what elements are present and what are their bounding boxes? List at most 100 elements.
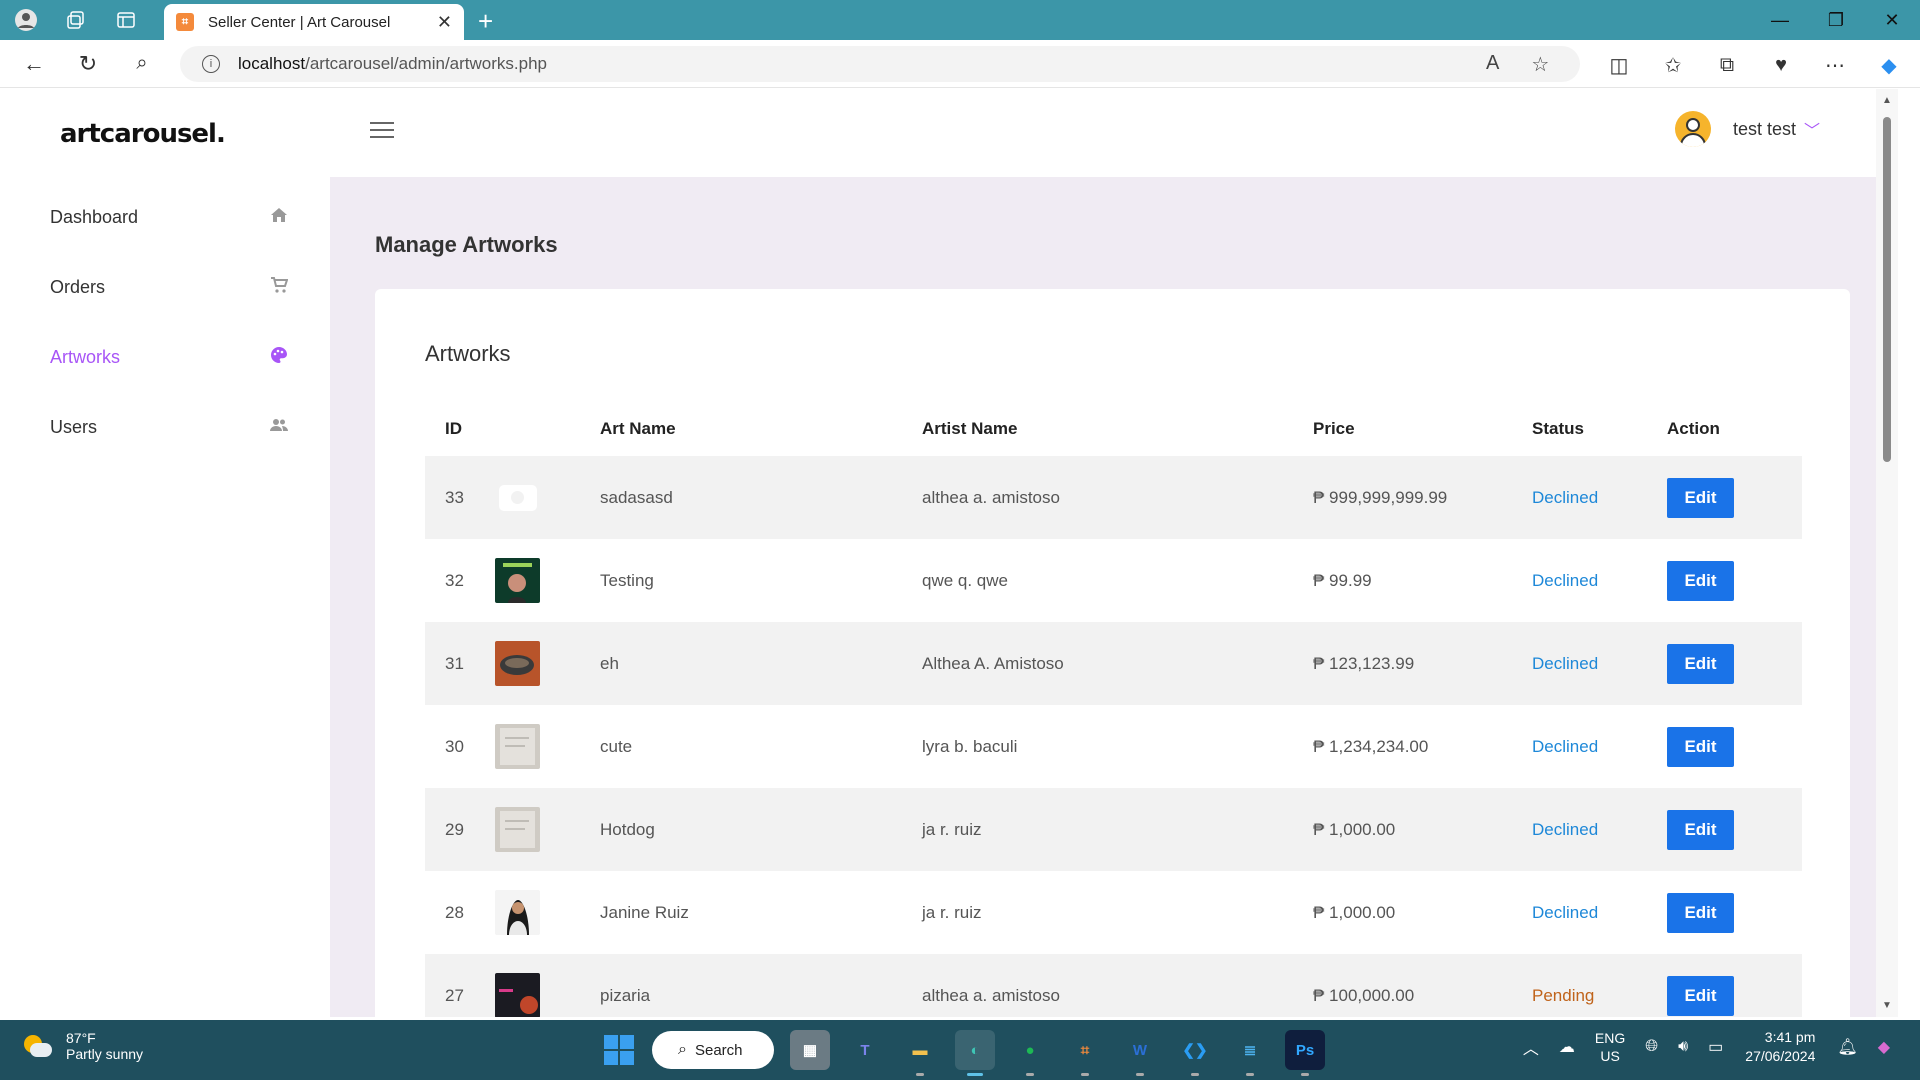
new-tab-icon[interactable]: +	[478, 6, 493, 37]
cell-art-name: Hotdog	[600, 788, 922, 871]
read-aloud-icon[interactable]: A	[1486, 52, 1499, 77]
file-explorer-icon[interactable]: ▬	[900, 1030, 940, 1076]
column-header-artist-name: Artist Name	[922, 418, 1018, 438]
edit-button[interactable]: Edit	[1667, 975, 1734, 1016]
edge-browser-icon[interactable]: ◐	[955, 1030, 995, 1076]
page-scrollbar[interactable]: ▲ ▼	[1876, 89, 1898, 1017]
back-icon[interactable]: ←	[14, 44, 54, 84]
word-icon[interactable]: W	[1120, 1030, 1160, 1076]
favorites-icon[interactable]: ✩	[1656, 48, 1690, 82]
cell-id: 31	[425, 622, 495, 705]
taskbar-search[interactable]: ⌕ Search	[652, 1031, 774, 1069]
workspaces-icon[interactable]	[62, 6, 90, 34]
info-icon[interactable]: i	[202, 55, 220, 73]
search-icon[interactable]: ⌕	[122, 44, 162, 84]
address-bar-row: ← ↻ ⌕ i localhost/artcarousel/admin/artw…	[0, 40, 1920, 88]
cell-art-name: pizaria	[600, 954, 922, 1017]
weather-temp: 87°F	[66, 1030, 96, 1046]
cell-price: ₱ 100,000.00	[1313, 954, 1532, 1017]
favorite-star-icon[interactable]: ☆	[1531, 52, 1549, 77]
scroll-down-icon[interactable]: ▼	[1882, 1000, 1892, 1011]
xampp-icon[interactable]: ⌗	[1065, 1030, 1105, 1076]
chevron-down-icon: ﹀	[1803, 123, 1820, 140]
copilot-icon[interactable]: ◆	[1878, 1037, 1890, 1057]
status-badge: Declined	[1532, 736, 1599, 756]
artworks-card: Artworks ID Art Name Artist Name Price S…	[375, 289, 1850, 1017]
cell-thumb	[495, 705, 600, 788]
minimize-icon[interactable]: —	[1752, 0, 1808, 40]
edit-button[interactable]: Edit	[1667, 726, 1734, 767]
url-host: localhost	[238, 54, 306, 73]
artworks-table: ID Art Name Artist Name Price Status Act…	[425, 401, 1802, 1017]
sidebar-item-dashboard[interactable]: Dashboard	[5, 182, 330, 252]
cell-id: 28	[445, 902, 464, 922]
cell-art-name: Janine Ruiz	[600, 902, 689, 922]
notepad-icon[interactable]: ≣	[1230, 1030, 1270, 1076]
tab-actions-icon[interactable]	[112, 6, 140, 34]
edit-button[interactable]: Edit	[1667, 809, 1734, 850]
notification-bell-icon[interactable]: 🔔︎	[1837, 1037, 1857, 1057]
scrollbar-thumb[interactable]	[1883, 117, 1891, 462]
windows-start-icon[interactable]	[604, 1035, 634, 1065]
weather-widget[interactable]: 87°F Partly sunny	[22, 1030, 143, 1062]
avatar[interactable]	[1674, 111, 1711, 147]
logo[interactable]: artcarousel.	[60, 119, 226, 149]
lang-top: ENG	[1594, 1030, 1626, 1046]
volume-icon[interactable]: 🔊︎	[1678, 1038, 1688, 1056]
edit-button[interactable]: Edit	[1667, 560, 1734, 601]
artwork-thumbnail	[495, 724, 540, 769]
column-header-thumb	[495, 401, 600, 456]
cell-action: Edit	[1667, 954, 1802, 1017]
sidebar-item-label: Orders	[50, 276, 106, 297]
top-header: test test ﹀	[330, 89, 1898, 177]
battery-icon[interactable]: ▭	[1708, 1037, 1723, 1057]
clock[interactable]: 3:41 pm 27/06/2024	[1745, 1028, 1815, 1066]
sidebar-item-users[interactable]: Users	[5, 392, 330, 462]
edit-button[interactable]: Edit	[1667, 892, 1734, 933]
edit-button[interactable]: Edit	[1667, 477, 1734, 518]
cell-id: 29	[425, 788, 495, 871]
browser-tab[interactable]: ⌗ Seller Center | Art Carousel ✕	[164, 4, 464, 40]
copilot-icon[interactable]: ◆	[1872, 48, 1906, 82]
more-icon[interactable]: ⋯	[1818, 48, 1852, 82]
photoshop-icon[interactable]: Ps	[1285, 1030, 1325, 1076]
sidebar-menu: Dashboard Orders Artworks Users	[5, 182, 330, 462]
refresh-icon[interactable]: ↻	[68, 44, 108, 84]
teams-icon[interactable]: T	[845, 1030, 885, 1070]
artwork-thumbnail	[495, 807, 540, 852]
onedrive-icon[interactable]: ☁	[1559, 1037, 1575, 1057]
sidebar-item-orders[interactable]: Orders	[5, 252, 330, 322]
url-input[interactable]: i localhost/artcarousel/admin/artworks.p…	[180, 46, 1580, 82]
chevron-up-icon[interactable]: ︿	[1523, 1035, 1539, 1059]
user-menu[interactable]: test test ﹀	[1674, 111, 1820, 147]
hamburger-menu-icon[interactable]	[370, 122, 394, 143]
table-row: 32 Testing qwe q. qwe ₱ 99.99 Declined E…	[425, 539, 1802, 622]
task-view-icon[interactable]: ▦	[790, 1030, 830, 1070]
edit-button[interactable]: Edit	[1667, 643, 1734, 684]
split-screen-icon[interactable]: ◫	[1602, 48, 1636, 82]
sidebar-item-artworks[interactable]: Artworks	[5, 322, 330, 392]
cell-price: ₱ 1,234,234.00	[1313, 736, 1429, 756]
close-window-icon[interactable]: ✕	[1864, 0, 1920, 40]
profile-icon[interactable]	[12, 6, 40, 34]
column-header-art-name: Art Name	[600, 418, 676, 438]
restore-icon[interactable]: ❐	[1808, 0, 1864, 40]
username: test test	[1732, 118, 1796, 139]
scroll-up-icon[interactable]: ▲	[1882, 95, 1892, 106]
spotify-icon[interactable]: ●	[1010, 1030, 1050, 1076]
cell-artist: ja r. ruiz	[922, 788, 1313, 871]
network-icon[interactable]: 🌐︎	[1645, 1038, 1658, 1056]
home-icon	[270, 206, 288, 229]
taskbar-apps: ▦ T ▬ ◐ ● ⌗ W ❮❯ ≣ Ps	[790, 1030, 1325, 1076]
cell-price: ₱ 1,000.00	[1313, 902, 1396, 922]
clock-time: 3:41 pm	[1764, 1029, 1816, 1045]
collections-icon[interactable]: ⧉	[1710, 48, 1744, 82]
cell-price: ₱ 1,000.00	[1313, 788, 1532, 871]
sidebar-item-label: Dashboard	[50, 206, 139, 227]
close-tab-icon[interactable]: ✕	[437, 12, 452, 33]
browser-toolbar: ◫ ✩ ⧉ ♥ ⋯ ◆	[1602, 48, 1906, 82]
health-icon[interactable]: ♥	[1764, 48, 1798, 82]
vscode-icon[interactable]: ❮❯	[1175, 1030, 1215, 1076]
cell-id: 27	[425, 954, 495, 1017]
language-indicator[interactable]: ENG US	[1595, 1029, 1625, 1065]
